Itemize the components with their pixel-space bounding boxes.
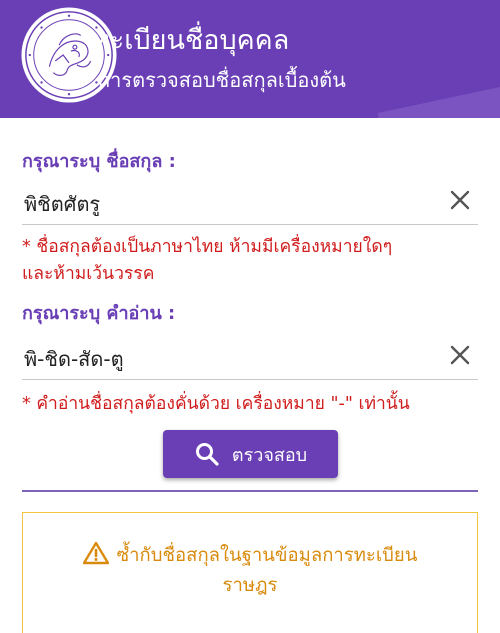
surname-error-line2: และห้ามเว้นวรรค <box>22 264 155 284</box>
warning-message: ซ้ำกับชื่อสกุลในฐานข้อมูลการทะเบียน ราษฎ… <box>23 541 477 601</box>
header-decoration <box>377 79 500 118</box>
reading-input[interactable]: พิ-ชิด-สัด-ตู <box>22 333 478 380</box>
check-button-label[interactable]: ตรวจสอบ <box>232 440 307 469</box>
warning-line2: ราษฎร <box>222 575 278 596</box>
app-title: ทะเบียนชื่อบุคคล <box>92 25 290 56</box>
warning-line1: ซ้ำกับชื่อสกุลในฐานข้อมูลการทะเบียน <box>116 545 418 566</box>
surname-value[interactable]: พิชิตศัตรู <box>24 188 100 220</box>
surname-input[interactable]: พิชิตศัตรู <box>22 178 478 225</box>
surname-label: กรุณาระบุ ชื่อสกุล : <box>22 151 176 172</box>
reading-value[interactable]: พิ-ชิด-สัด-ตู <box>24 343 124 375</box>
surname-error-line1: * ชื่อสกุลต้องเป็นภาษาไทย ห้ามมีเครื่องห… <box>22 237 393 257</box>
search-icon <box>195 443 219 466</box>
app-subtitle: การตรวจสอบชื่อสกุลเบื้องต้น <box>98 68 346 92</box>
clear-reading-icon[interactable] <box>446 341 474 369</box>
warning-icon <box>82 541 109 565</box>
app-header: ทะเบียนชื่อบุคคล การตรวจสอบชื่อสกุลเบื้อ… <box>0 0 500 118</box>
reading-error: * คำอ่านชื่อสกุลต้องคั่นด้วย เครื่องหมาย… <box>22 394 410 414</box>
check-button[interactable]: ตรวจสอบ <box>163 430 338 478</box>
clear-surname-icon[interactable] <box>446 186 474 214</box>
reading-label: กรุณาระบุ คำอ่าน : <box>22 303 176 324</box>
warning-alert: ซ้ำกับชื่อสกุลในฐานข้อมูลการทะเบียน ราษฎ… <box>22 512 478 633</box>
section-divider <box>22 490 478 492</box>
